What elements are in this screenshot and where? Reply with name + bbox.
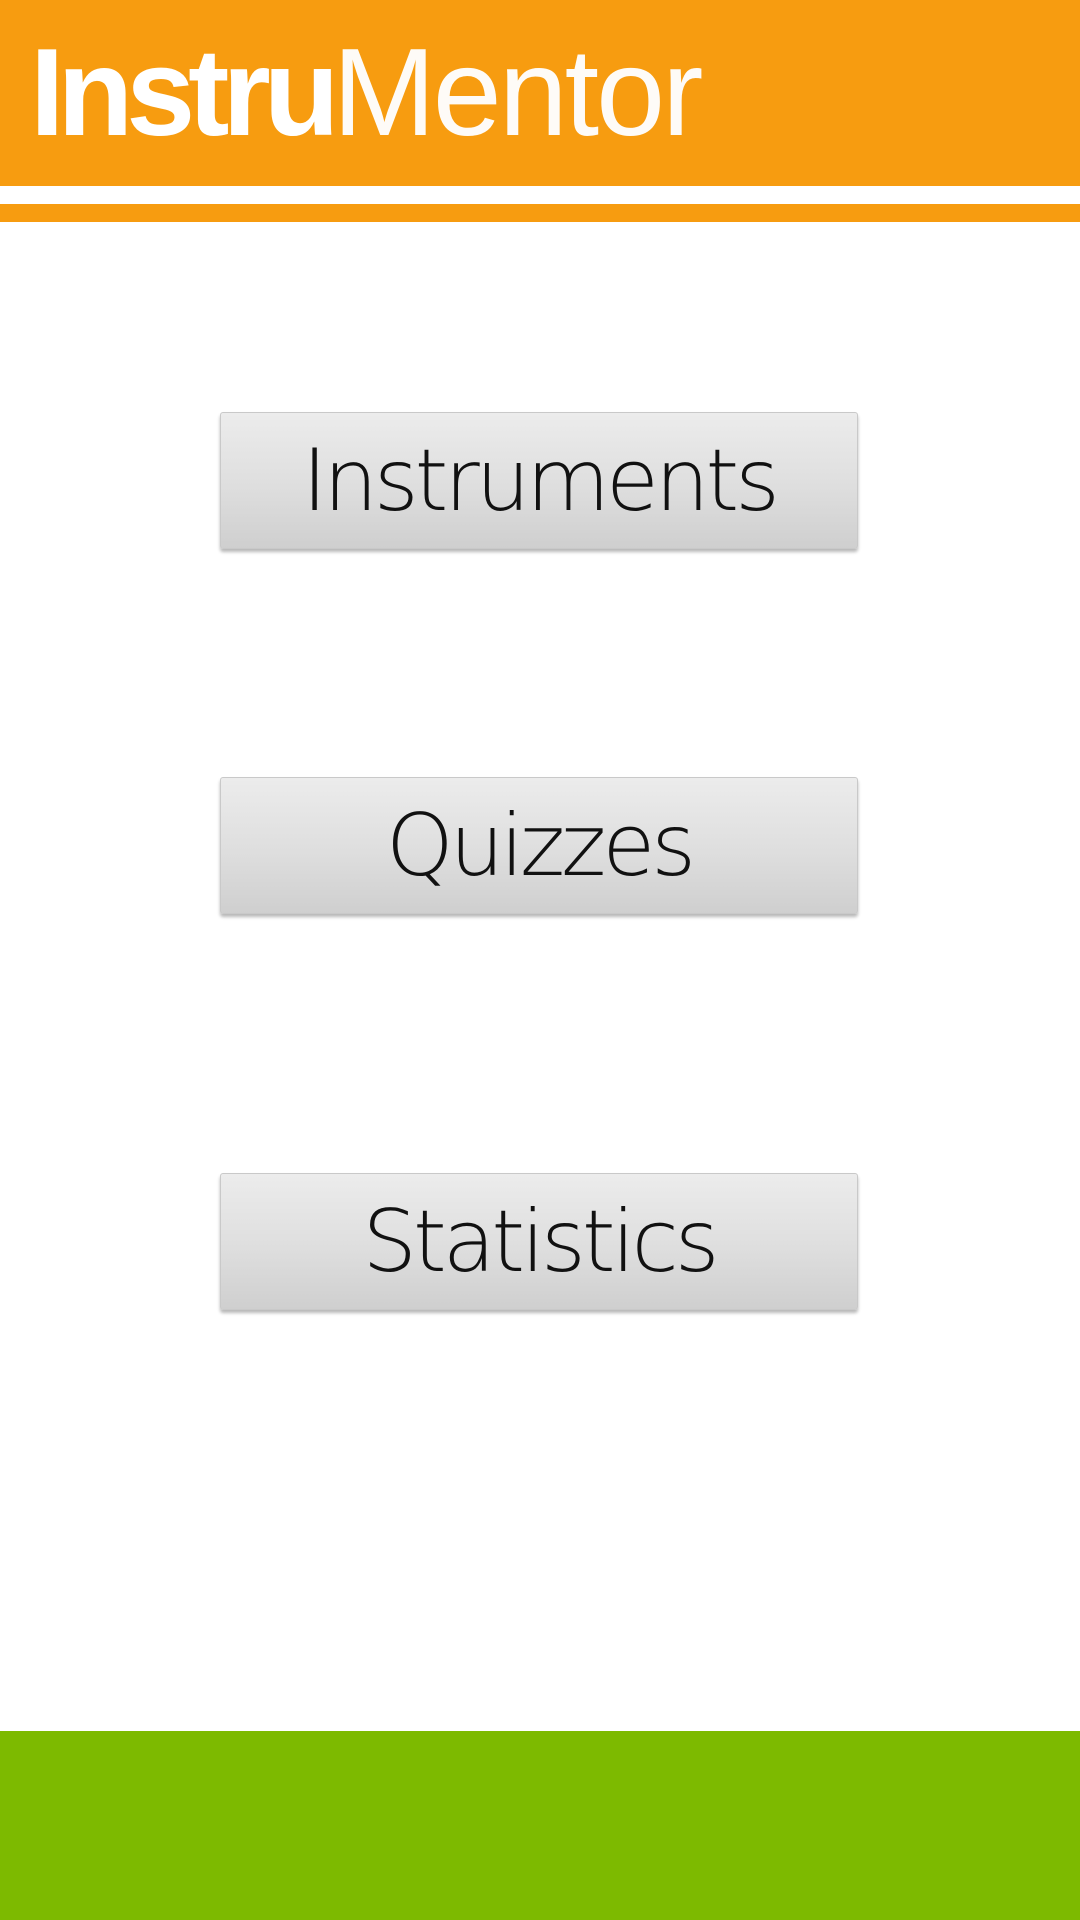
quizzes-button[interactable]: Quizzes [220, 777, 858, 914]
instruments-button[interactable]: Instruments [220, 412, 858, 549]
header-divider-orange [0, 204, 1080, 222]
app-header: InstruMentor [0, 0, 1080, 186]
logo-light-text: Mentor [332, 24, 703, 162]
logo-bold-text: Instru [30, 24, 339, 162]
header-divider-white [0, 186, 1080, 204]
statistics-button[interactable]: Statistics [220, 1173, 858, 1310]
app-footer [0, 1731, 1080, 1920]
app-logo: InstruMentor [30, 28, 703, 158]
